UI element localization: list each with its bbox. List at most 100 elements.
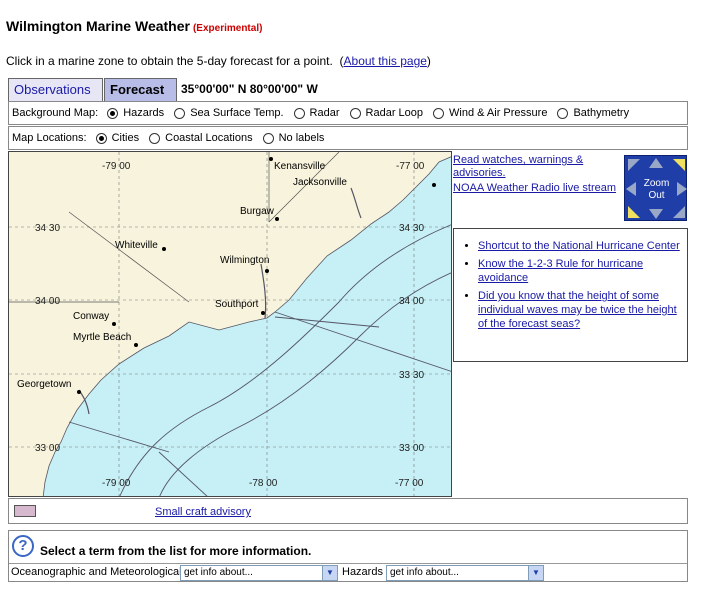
lat-label-left-3400: 34 00: [35, 296, 60, 307]
city-label-myrtle-beach: Myrtle Beach: [73, 332, 131, 343]
radio-radar[interactable]: [293, 107, 305, 119]
coordinates-readout: 35°00'00" N 80°00'00" W: [181, 82, 318, 96]
list-item: Know the 1-2-3 Rule for hurricane avoida…: [478, 257, 687, 285]
zoom-control[interactable]: Zoom Out: [624, 155, 687, 221]
zoom-sw-arrow-icon[interactable]: [628, 206, 640, 218]
intro-text: Click in a marine zone to obtain the 5-d…: [6, 54, 431, 68]
page-title: Wilmington Marine Weather (Experimental): [6, 18, 262, 34]
radio-bathymetry[interactable]: [557, 107, 569, 119]
city-label-burgaw: Burgaw: [240, 206, 275, 217]
hazards-label: Hazards: [342, 566, 383, 578]
option-sea-surface-temp[interactable]: Sea Surface Temp.: [190, 107, 283, 119]
radio-cities[interactable]: [95, 132, 107, 144]
city-dot-myrtle-beach: [134, 343, 138, 347]
rule-123-link[interactable]: Know the 1-2-3 Rule for hurricane avoida…: [478, 258, 643, 284]
nhc-shortcut-link[interactable]: Shortcut to the National Hurricane Cente…: [478, 240, 680, 252]
option-radar[interactable]: Radar: [310, 107, 340, 119]
list-item: Did you know that the height of some ind…: [478, 289, 687, 331]
city-dot-burgaw: [275, 217, 279, 221]
radio-coastal-locations[interactable]: [149, 132, 161, 144]
zoom-label-line1: Zoom: [643, 178, 670, 189]
lon-label-bottom-77: -77 00: [395, 478, 424, 489]
radio-sea-surface-temp[interactable]: [174, 107, 186, 119]
small-craft-advisory-link[interactable]: Small craft advisory: [155, 506, 251, 518]
option-radar-loop[interactable]: Radar Loop: [366, 107, 424, 119]
tab-forecast[interactable]: Forecast: [104, 78, 177, 101]
radio-wind-air-pressure[interactable]: [433, 107, 445, 119]
city-dot-southport: [261, 311, 265, 315]
zoom-down-arrow-icon[interactable]: [649, 209, 663, 219]
hurricane-links-list: Shortcut to the National Hurricane Cente…: [454, 239, 687, 331]
city-label-wilmington: Wilmington: [220, 255, 269, 266]
city-dot-jacksonville: [432, 183, 436, 187]
city-label-whiteville: Whiteville: [115, 240, 158, 251]
tab-observations[interactable]: Observations: [8, 78, 103, 101]
option-coastal-locations[interactable]: Coastal Locations: [165, 132, 252, 144]
map-locations-label: Map Locations:: [12, 132, 87, 144]
option-no-labels[interactable]: No labels: [279, 132, 325, 144]
weather-radio-link[interactable]: NOAA Weather Radio live stream: [453, 182, 616, 194]
about-page-link[interactable]: About this page: [344, 54, 427, 68]
zoom-out-button[interactable]: Zoom Out: [633, 178, 680, 202]
page-title-text: Wilmington Marine Weather: [6, 18, 190, 34]
right-links-panel: Read watches, warnings & advisories. NOA…: [453, 154, 621, 197]
new-river: [350, 187, 362, 219]
cape-fear-river: [260, 263, 267, 319]
zoom-nw-arrow-icon[interactable]: [628, 159, 640, 171]
marine-zone-map[interactable]: -79 00 -77 00 -79 00 -78 00 -77 00 34 30…: [8, 151, 452, 497]
hazards-select[interactable]: get info about... ▼: [386, 565, 544, 581]
radio-no-labels[interactable]: [262, 132, 274, 144]
lat-label-right-3430: 34 30: [399, 223, 424, 234]
list-item: Shortcut to the National Hurricane Cente…: [478, 239, 687, 253]
city-label-jacksonville: Jacksonville: [293, 177, 347, 188]
city-dot-conway: [112, 322, 116, 326]
city-label-southport: Southport: [215, 299, 259, 310]
help-question-icon: ?: [12, 535, 34, 557]
option-cities[interactable]: Cities: [112, 132, 140, 144]
zoom-label-line2: Out: [648, 190, 665, 201]
radio-hazards[interactable]: [107, 107, 119, 119]
lat-label-left-3430: 34 30: [35, 223, 60, 234]
term-prompt: Select a term from the list for more inf…: [40, 544, 312, 558]
lat-label-right-3400: 34 00: [399, 296, 424, 307]
background-map-row: Background Map: Hazards Sea Surface Temp…: [8, 101, 688, 125]
city-dot-wilmington: [265, 269, 269, 273]
oceanographic-label: Oceanographic and Meteorological: [11, 566, 182, 578]
zoom-se-arrow-icon[interactable]: [673, 206, 685, 218]
hurricane-links-box: Shortcut to the National Hurricane Cente…: [453, 228, 688, 362]
lon-label-bottom-79: -79 00: [102, 478, 131, 489]
lon-label-top-79: -79 00: [102, 161, 131, 172]
city-label-kenansville: Kenansville: [274, 161, 326, 172]
radio-radar-loop[interactable]: [349, 107, 361, 119]
option-bathymetry[interactable]: Bathymetry: [573, 107, 629, 119]
chevron-down-icon[interactable]: ▼: [528, 566, 543, 580]
map-locations-row: Map Locations: Cities Coastal Locations …: [8, 126, 688, 150]
term-lookup-box: ? Select a term from the list for more i…: [8, 530, 688, 582]
map-canvas[interactable]: -79 00 -77 00 -79 00 -78 00 -77 00 34 30…: [9, 152, 452, 497]
wave-height-link[interactable]: Did you know that the height of some ind…: [478, 290, 677, 330]
city-dot-georgetown: [77, 390, 81, 394]
city-label-georgetown: Georgetown: [17, 379, 71, 390]
hazards-select-value: get info about...: [390, 567, 459, 578]
option-hazards[interactable]: Hazards: [123, 107, 164, 119]
oceanographic-select-value: get info about...: [184, 567, 253, 578]
background-map-label: Background Map:: [12, 107, 99, 119]
option-wind-air-pressure[interactable]: Wind & Air Pressure: [449, 107, 547, 119]
chevron-down-icon[interactable]: ▼: [322, 566, 337, 580]
intro-sentence: Click in a marine zone to obtain the 5-d…: [6, 54, 333, 68]
watches-warnings-link[interactable]: Read watches, warnings & advisories.: [453, 154, 583, 179]
intro-paren-close: ): [426, 54, 431, 68]
lon-label-bottom-78: -78 00: [249, 478, 278, 489]
lat-label-right-3300: 33 00: [399, 443, 424, 454]
lon-label-top-77: -77 00: [396, 161, 425, 172]
oceanographic-select[interactable]: get info about... ▼: [180, 565, 338, 581]
map-legend: Small craft advisory: [8, 498, 688, 524]
lat-label-left-3300: 33 00: [35, 443, 60, 454]
zoom-up-arrow-icon[interactable]: [649, 158, 663, 168]
divider: [9, 563, 687, 564]
city-label-conway: Conway: [73, 311, 109, 322]
small-craft-advisory-swatch: [14, 505, 36, 517]
zoom-ne-arrow-icon[interactable]: [673, 159, 685, 171]
experimental-tag: (Experimental): [192, 23, 263, 34]
lat-label-right-3330: 33 30: [399, 370, 424, 381]
